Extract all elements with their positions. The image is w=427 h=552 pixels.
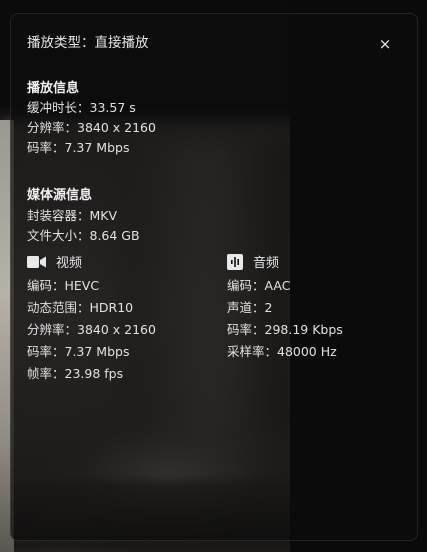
playback-type-title: 播放类型：直接播放 — [27, 35, 149, 51]
playback-resolution: 分辨率：3840 x 2160 — [27, 120, 156, 135]
audio-sample-rate: 采样率：48000 Hz — [227, 344, 337, 359]
video-resolution: 分辨率：3840 x 2160 — [27, 322, 156, 337]
playback-bitrate: 码率：7.37 Mbps — [27, 140, 130, 155]
audio-waveform-icon — [227, 253, 243, 270]
file-size: 文件大小：8.64 GB — [27, 228, 140, 243]
video-bitrate: 码率：7.37 Mbps — [27, 344, 130, 359]
video-stream-label: 视频 — [56, 256, 83, 271]
media-info-panel: 播放类型：直接播放 × 播放信息 缓冲时长：33.57 s 分辨率：3840 x… — [10, 13, 418, 541]
audio-bitrate: 码率：298.19 Kbps — [227, 322, 343, 337]
audio-channels: 声道：2 — [227, 300, 273, 315]
video-camera-icon — [27, 255, 46, 268]
audio-stream-heading: 音频 — [227, 252, 279, 271]
panel-header: 播放类型：直接播放 × — [27, 34, 401, 56]
close-icon[interactable]: × — [377, 36, 393, 52]
video-framerate: 帧率：23.98 fps — [27, 366, 124, 381]
media-source-heading: 媒体源信息 — [27, 188, 93, 203]
video-codec: 编码：HEVC — [27, 278, 100, 293]
container-format: 封装容器：MKV — [27, 208, 118, 223]
audio-stream-label: 音频 — [253, 256, 280, 271]
video-stream-heading: 视频 — [27, 252, 82, 271]
video-dynamic-range: 动态范围：HDR10 — [27, 300, 134, 315]
playback-info-heading: 播放信息 — [27, 81, 80, 96]
audio-codec: 编码：AAC — [227, 278, 291, 293]
buffer-duration: 缓冲时长：33.57 s — [27, 100, 136, 115]
